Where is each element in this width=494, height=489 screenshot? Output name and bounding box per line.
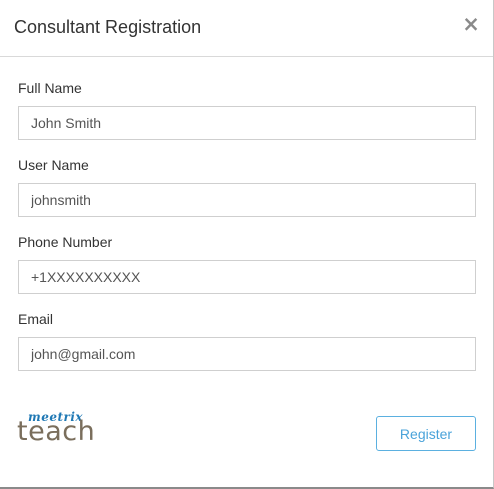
full-name-group: Full Name: [18, 80, 476, 140]
logo-bottom-text: teach: [17, 416, 96, 447]
user-name-group: User Name: [18, 157, 476, 217]
modal-title: Consultant Registration: [14, 17, 202, 37]
email-label: Email: [18, 311, 54, 327]
full-name-input[interactable]: [18, 106, 476, 140]
email-group: Email: [18, 311, 476, 371]
close-icon[interactable]: ×: [461, 12, 481, 36]
full-name-label: Full Name: [18, 80, 82, 96]
user-name-input[interactable]: [18, 183, 476, 217]
modal-footer: meetrix teach Register: [17, 408, 476, 454]
phone-number-label: Phone Number: [18, 234, 113, 250]
registration-form: Full Name User Name Phone Number Email: [18, 57, 476, 371]
registration-modal: Consultant Registration × Full Name User…: [0, 0, 494, 489]
user-name-label: User Name: [18, 157, 89, 173]
modal-header: Consultant Registration ×: [0, 0, 493, 57]
meetrix-teach-logo: meetrix teach: [17, 410, 102, 450]
phone-number-input[interactable]: [18, 260, 476, 294]
phone-number-group: Phone Number: [18, 234, 476, 294]
email-input[interactable]: [18, 337, 476, 371]
register-button[interactable]: Register: [376, 416, 476, 451]
